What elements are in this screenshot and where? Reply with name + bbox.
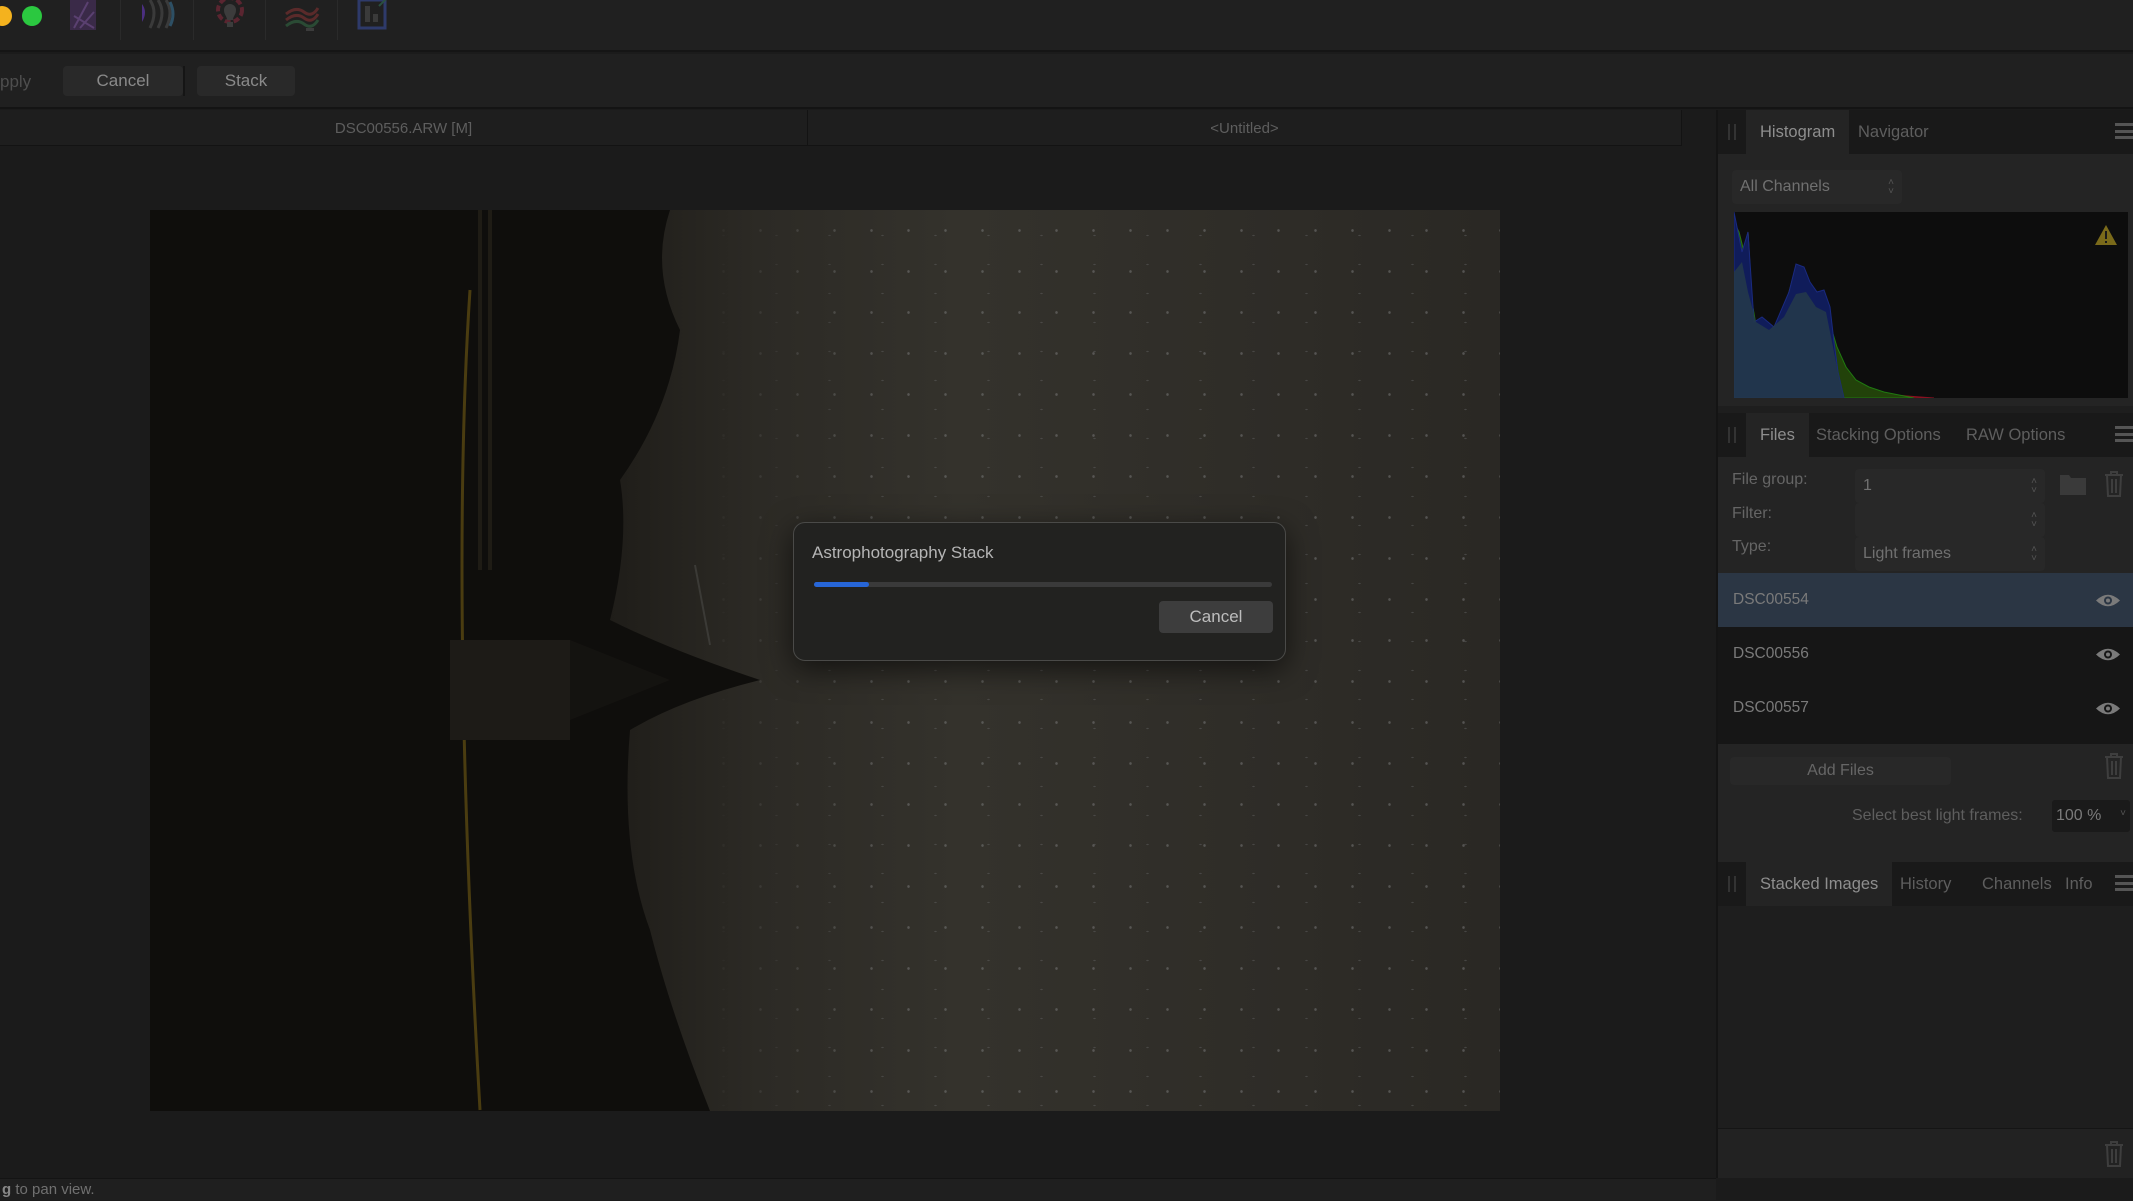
type-value: Light frames [1863, 545, 1952, 562]
panel-menu-icon[interactable] [2115, 123, 2133, 139]
dialog-cancel-button[interactable]: Cancel [1159, 601, 1273, 633]
stepper-icon: ˄ ˅ [1888, 177, 1894, 197]
tab-info[interactable]: Info [2055, 862, 2103, 906]
trash-icon[interactable] [2104, 1141, 2124, 1167]
stack-button[interactable]: Stack [197, 66, 295, 96]
toolbar-divider [183, 66, 185, 96]
title-bar [0, 0, 2133, 52]
file-row-dsc00557[interactable]: DSC00557 [1718, 681, 2133, 735]
status-hint-text: to pan view. [11, 1181, 95, 1198]
eye-icon[interactable] [2095, 701, 2121, 716]
file-list: DSC00554 DSC00556 DSC00557 [1718, 573, 2133, 744]
filter-select[interactable]: ˄ ˅ [1855, 503, 2045, 537]
stacked-panel-tabs: Stacked Images History Channels Info [1718, 862, 2133, 906]
stacked-images-list [1718, 906, 2133, 1128]
type-select[interactable]: Light frames ˄ ˅ [1855, 537, 2045, 571]
tab-history[interactable]: History [1890, 862, 1961, 906]
filter-label: Filter: [1732, 505, 1772, 522]
tab-channels[interactable]: Channels [1972, 862, 2062, 906]
trash-icon[interactable] [2104, 471, 2124, 497]
file-name: DSC00554 [1733, 591, 1809, 608]
eye-icon[interactable] [2095, 647, 2121, 662]
status-bar: g to pan view. [0, 1178, 1716, 1200]
stacked-panel-footer [1718, 1128, 2133, 1178]
histogram-panel-tabs: Histogram Navigator [1718, 110, 2133, 154]
document-tab-untitled[interactable]: <Untitled> [808, 110, 1682, 146]
file-row-dsc00556[interactable]: DSC00556 [1718, 627, 2133, 681]
file-name: DSC00556 [1733, 645, 1809, 662]
progress-bar [814, 582, 1272, 587]
tab-navigator[interactable]: Navigator [1848, 110, 1939, 154]
right-panel: Histogram Navigator All Channels ˄ ˅ File… [1716, 110, 2133, 1178]
stepper-icon: ˄ ˅ [2031, 544, 2037, 564]
histogram-chart [1734, 212, 2128, 398]
eye-icon[interactable] [2095, 593, 2121, 608]
tone-mapping-persona-icon[interactable] [282, 0, 322, 34]
astrophotography-stack-dialog: Astrophotography Stack Cancel [793, 522, 1286, 661]
liquify-persona-icon[interactable] [138, 0, 178, 34]
panel-menu-icon[interactable] [2115, 875, 2133, 891]
folder-icon[interactable] [2060, 473, 2086, 495]
photo-persona-icon[interactable] [66, 0, 106, 34]
tab-stacking-options[interactable]: Stacking Options [1806, 413, 1951, 457]
progress-bar-fill [814, 582, 869, 587]
document-tabs: DSC00556.ARW [M] <Untitled> [0, 110, 1682, 146]
stepper-icon: ˄ ˅ [2031, 476, 2037, 496]
panel-grip-icon[interactable] [1728, 876, 1736, 892]
stepper-icon: ˄ ˅ [2031, 510, 2037, 530]
export-persona-icon[interactable] [355, 0, 395, 34]
panel-grip-icon[interactable] [1728, 124, 1736, 140]
apply-button[interactable]: pply [0, 72, 31, 92]
file-group-select[interactable]: 1 ˄ ˅ [1855, 469, 2045, 503]
select-best-dropdown[interactable]: 100 % ˅ [2052, 800, 2130, 832]
channel-select[interactable]: All Channels ˄ ˅ [1732, 170, 1902, 204]
select-best-value: 100 % [2056, 807, 2102, 824]
file-row-dsc00554[interactable]: DSC00554 [1718, 573, 2133, 627]
panel-grip-icon[interactable] [1728, 427, 1736, 443]
develop-persona-icon[interactable] [210, 0, 250, 34]
panel-menu-icon[interactable] [2115, 426, 2133, 442]
type-label: Type: [1732, 538, 1772, 555]
trash-icon[interactable] [2104, 753, 2124, 779]
tab-files[interactable]: Files [1746, 413, 1809, 457]
status-hint-key: g [2, 1181, 12, 1198]
maximize-button[interactable] [22, 6, 42, 26]
context-toolbar: pply Cancel Stack [0, 54, 2133, 109]
cancel-button[interactable]: Cancel [63, 66, 183, 96]
warning-triangle-icon[interactable] [2094, 224, 2118, 246]
file-name: DSC00557 [1733, 699, 1809, 716]
file-group-label: File group: [1732, 471, 1808, 488]
minimize-button[interactable] [0, 6, 12, 26]
document-tab-dsc00556[interactable]: DSC00556.ARW [M] [0, 110, 808, 146]
file-group-value: 1 [1863, 477, 1872, 494]
tab-stacked-images[interactable]: Stacked Images [1746, 862, 1893, 906]
select-best-label: Select best light frames: [1852, 807, 2023, 824]
tab-histogram[interactable]: Histogram [1746, 110, 1850, 154]
dialog-title: Astrophotography Stack [812, 543, 994, 562]
add-files-button[interactable]: Add Files [1730, 757, 1951, 785]
channel-select-value: All Channels [1740, 178, 1830, 195]
tab-raw-options[interactable]: RAW Options [1956, 413, 2075, 457]
files-panel-tabs: Files Stacking Options RAW Options [1718, 413, 2133, 457]
histogram-panel: All Channels ˄ ˅ [1718, 154, 2133, 406]
chevron-down-icon: ˅ [2120, 808, 2126, 819]
